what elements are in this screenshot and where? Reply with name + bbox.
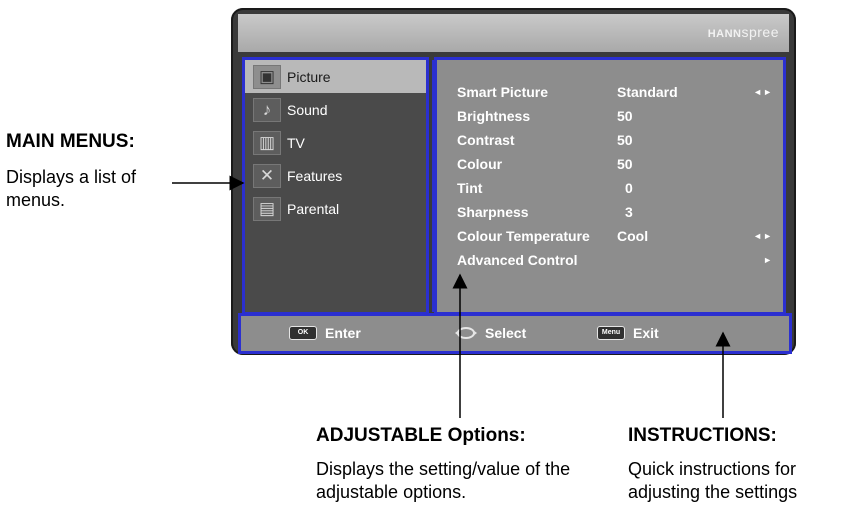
adjustable-description: Displays the setting/value of the adjust…: [316, 459, 571, 502]
adjustable-options-callout: ADJUSTABLE Options: Displays the setting…: [316, 424, 616, 504]
instructions-callout: INSTRUCTIONS: Quick instructions for adj…: [628, 424, 848, 504]
adjustable-title: ADJUSTABLE Options:: [316, 425, 526, 446]
instructions-description: Quick instructions for adjusting the set…: [628, 459, 798, 502]
instructions-title: INSTRUCTIONS:: [628, 425, 777, 446]
